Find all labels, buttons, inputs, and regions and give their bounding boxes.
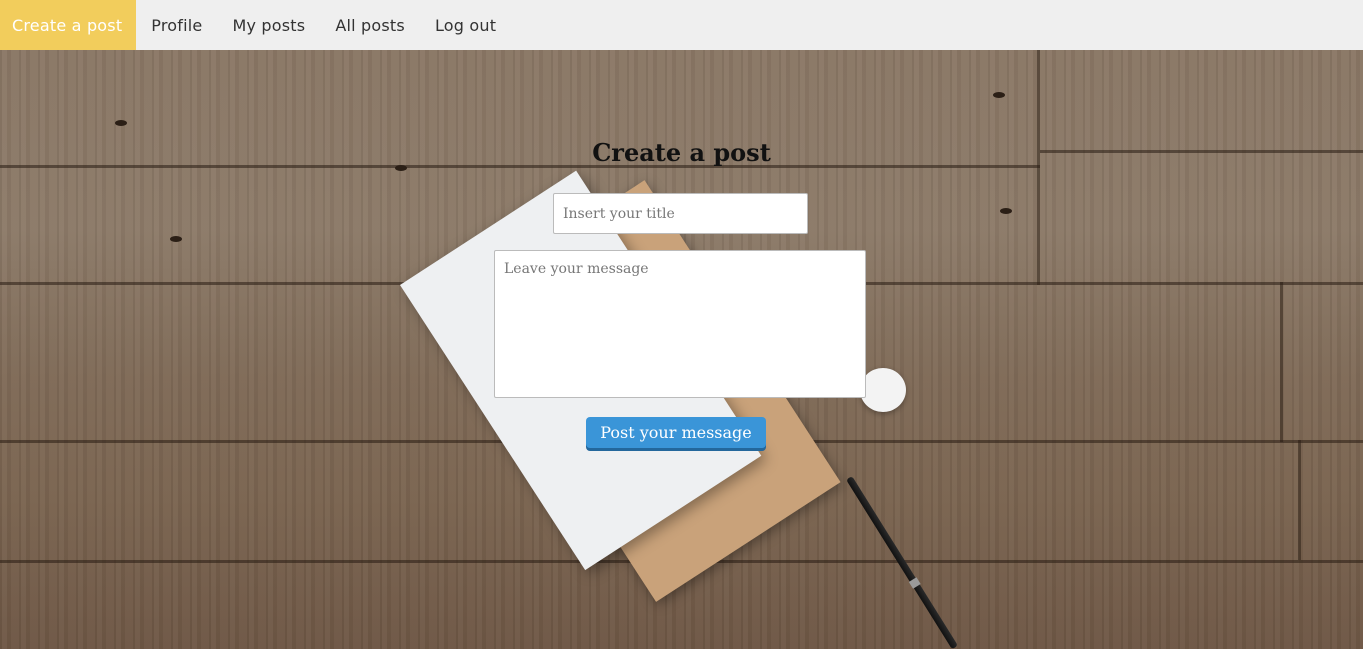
plank-seam [1037,50,1040,285]
wood-knot [1000,208,1012,214]
nav-create-post[interactable]: Create a post [0,0,137,50]
wood-knot [993,92,1005,98]
title-input[interactable] [553,193,808,234]
nav-my-posts[interactable]: My posts [217,0,320,50]
page-title: Create a post [592,138,771,167]
top-nav: Create a post Profile My posts All posts… [0,0,1363,50]
post-message-button[interactable]: Post your message [586,417,766,448]
coffee-cup-image [860,368,906,412]
nav-profile[interactable]: Profile [136,0,217,50]
plank-seam [1280,282,1283,442]
nav-log-out[interactable]: Log out [420,0,511,50]
wood-knot [115,120,127,126]
pen-clip [908,577,921,589]
nav-all-posts[interactable]: All posts [320,0,420,50]
message-textarea[interactable] [494,250,866,398]
plank-seam [1298,440,1301,560]
wood-knot [170,236,182,242]
